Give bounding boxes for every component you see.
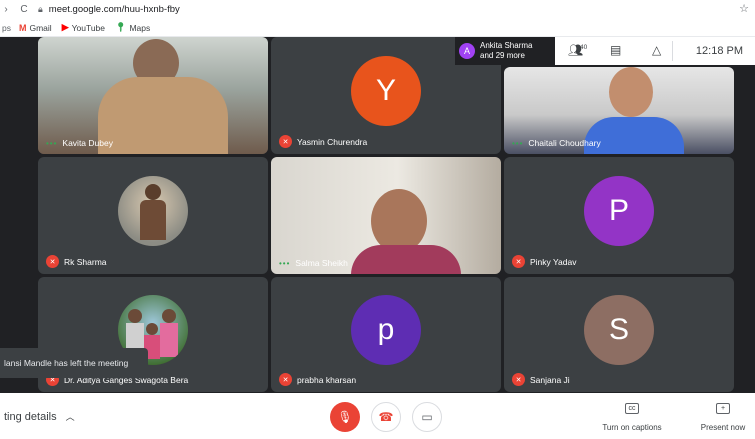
camera-icon: ▭ bbox=[421, 410, 433, 424]
meeting-clock: 12:18 PM bbox=[695, 45, 743, 57]
meet-window: › C 🔒︎ meet.google.com/huu-hxnb-fby ☆ ps… bbox=[0, 0, 755, 439]
audio-level-icon: ••• bbox=[46, 138, 58, 148]
participant-tile[interactable]: ••• Kavita Dubey bbox=[38, 37, 268, 154]
participant-name-tag: ✕ Pinky Yadav bbox=[512, 255, 576, 268]
participant-name: Pinky Yadav bbox=[530, 256, 577, 267]
bookmark-gmail[interactable]: M Gmail bbox=[19, 23, 52, 33]
leave-call-button[interactable]: ☎︎ bbox=[371, 402, 401, 432]
maps-icon: 📍︎ bbox=[115, 22, 127, 32]
captions-button[interactable]: cc Turn on captions bbox=[597, 403, 667, 435]
mic-off-icon: ✕ bbox=[512, 373, 525, 386]
hang-up-icon: ☎︎ bbox=[378, 410, 394, 424]
audio-level-icon: ••• bbox=[512, 138, 524, 148]
participant-tile[interactable]: ••• Salma Sheikh bbox=[271, 157, 501, 274]
mic-off-icon: ✕ bbox=[512, 255, 525, 268]
participant-name-tag: ✕ Rk Sharma bbox=[46, 255, 107, 268]
bookmark-label: Gmail bbox=[29, 22, 52, 33]
participant-avatar: P bbox=[584, 175, 654, 246]
back-arrow-icon[interactable]: › bbox=[0, 4, 12, 15]
participant-tile[interactable]: ✕ Rk Sharma bbox=[38, 157, 268, 274]
present-now-button[interactable]: + Present now bbox=[688, 403, 755, 435]
lock-icon[interactable]: 🔒︎ bbox=[38, 4, 43, 15]
meeting-details-label: ting details bbox=[4, 411, 57, 423]
participant-name: Rk Sharma bbox=[64, 256, 107, 267]
meeting-details-button[interactable]: ting details ︿ bbox=[4, 410, 75, 423]
participant-name-tag: ••• Chaitali Choudhary bbox=[512, 138, 601, 148]
mic-toggle-button[interactable]: 🎙︎ bbox=[330, 402, 360, 432]
participant-name: Sanjana Ji bbox=[530, 374, 570, 385]
bookmark-label: YouTube bbox=[71, 22, 106, 33]
bookmarks-apps-label[interactable]: ps bbox=[2, 23, 11, 33]
bookmarks-bar: ps M Gmail ▶ YouTube 📍︎ Maps bbox=[0, 19, 755, 37]
audio-level-icon: ••• bbox=[279, 258, 291, 268]
youtube-icon: ▶ bbox=[61, 22, 69, 32]
mic-off-icon: ✕ bbox=[279, 135, 292, 148]
mic-off-icon: 🎙︎ bbox=[337, 410, 353, 424]
participant-profile-photo bbox=[118, 175, 188, 246]
video-grid: ••• Kavita Dubey Y ✕ Yasmin Churendra ••… bbox=[0, 37, 755, 393]
host-avatar: A bbox=[459, 43, 475, 59]
camera-toggle-button[interactable]: ▭ bbox=[412, 402, 442, 432]
mic-off-icon: ✕ bbox=[46, 255, 59, 268]
url-field[interactable]: meet.google.com/huu-hxnb-fby bbox=[49, 4, 180, 15]
participant-name: Chaitali Choudhary bbox=[528, 138, 601, 148]
bookmark-maps[interactable]: 📍︎ Maps bbox=[115, 22, 150, 33]
meeting-top-bar: A Ankita Sharma and 29 more 👥︎ 40 ▤ △ 12… bbox=[455, 37, 755, 65]
participant-name-tag: ✕ prabha kharsan bbox=[279, 373, 356, 386]
avatar-initial: P bbox=[608, 193, 629, 227]
participant-name-tag: ✕ Sanjana Ji bbox=[512, 373, 570, 386]
avatar-initial: Y bbox=[375, 73, 396, 107]
bookmark-label: Maps bbox=[129, 22, 151, 33]
participant-tile[interactable]: p ✕ prabha kharsan bbox=[271, 277, 501, 392]
captions-label: Turn on captions bbox=[602, 423, 662, 432]
present-screen-icon: + bbox=[716, 403, 730, 414]
participant-name: Kavita Dubey bbox=[62, 138, 113, 148]
toast-message: lansi Mandle has left the meeting bbox=[4, 358, 129, 368]
activities-icon[interactable]: △ bbox=[652, 43, 661, 57]
participant-name: Yasmin Churendra bbox=[297, 136, 368, 147]
participant-tile[interactable]: P ✕ Pinky Yadav bbox=[504, 157, 734, 274]
gmail-icon: M bbox=[18, 22, 27, 33]
avatar-initial: p bbox=[377, 312, 395, 346]
present-label: Present now bbox=[700, 423, 746, 432]
participant-avatar: S bbox=[584, 294, 654, 365]
address-bar: › C 🔒︎ meet.google.com/huu-hxnb-fby ☆ bbox=[0, 0, 755, 19]
mic-off-icon: ✕ bbox=[279, 373, 292, 386]
participant-name: prabha kharsan bbox=[297, 374, 357, 385]
left-meeting-toast: lansi Mandle has left the meeting bbox=[0, 348, 148, 378]
participant-name-tag: ••• Salma Sheikh bbox=[279, 258, 348, 268]
closed-captions-icon: cc bbox=[625, 403, 639, 414]
participant-tile[interactable]: ••• Chaitali Choudhary bbox=[504, 67, 734, 154]
participant-name: Salma Sheikh bbox=[295, 258, 348, 268]
more-participants: and 29 more bbox=[480, 51, 525, 60]
participant-video bbox=[38, 37, 268, 154]
participant-name-tag: ✕ Yasmin Churendra bbox=[279, 135, 367, 148]
reload-icon[interactable]: C bbox=[18, 4, 30, 15]
avatar-initial: S bbox=[608, 312, 629, 346]
participant-summary: Ankita Sharma and 29 more bbox=[480, 41, 532, 61]
chat-icon[interactable]: ▤ bbox=[610, 43, 621, 57]
participant-name-tag: ••• Kavita Dubey bbox=[46, 138, 113, 148]
bookmark-star-icon[interactable]: ☆ bbox=[739, 2, 749, 15]
divider bbox=[672, 41, 673, 61]
people-count: 40 bbox=[580, 44, 588, 51]
participant-video bbox=[271, 157, 501, 274]
participant-avatar: p bbox=[351, 294, 421, 365]
participant-summary-chip[interactable]: A Ankita Sharma and 29 more bbox=[455, 37, 555, 65]
meeting-controls-bar: ting details ︿ 🎙︎ ☎︎ ▭ cc Turn on captio… bbox=[0, 393, 755, 439]
avatar-initial: A bbox=[463, 46, 470, 56]
participant-tile[interactable]: S ✕ Sanjana Ji bbox=[504, 277, 734, 392]
chevron-up-icon: ︿ bbox=[65, 412, 75, 422]
participant-avatar: Y bbox=[351, 55, 421, 126]
host-name: Ankita Sharma bbox=[480, 41, 533, 50]
bookmark-youtube[interactable]: ▶ YouTube bbox=[62, 22, 105, 33]
